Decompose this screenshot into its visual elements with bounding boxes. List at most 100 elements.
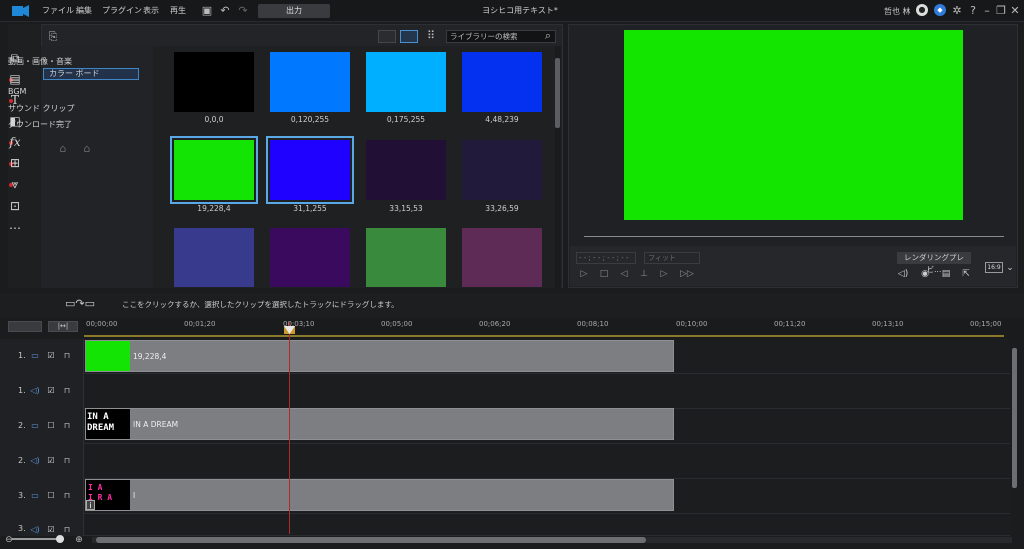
redo-icon[interactable]: ↷ bbox=[236, 4, 250, 18]
tree-item-bgm[interactable]: BGM bbox=[8, 87, 26, 96]
track-enable-checkbox[interactable]: ☐ bbox=[46, 421, 56, 430]
user-name[interactable]: 哲也 林 bbox=[884, 6, 911, 17]
swatch-0[interactable] bbox=[174, 52, 254, 112]
tag-add-icon[interactable]: ⌂ bbox=[56, 142, 70, 156]
list-view-button[interactable] bbox=[378, 30, 396, 43]
effects-room-icon[interactable]: ▤ bbox=[7, 71, 23, 87]
swatch-9[interactable] bbox=[270, 228, 350, 287]
audio-track-icon[interactable]: ◁) bbox=[30, 525, 40, 534]
playhead-handle-icon[interactable] bbox=[284, 326, 295, 334]
swatch-label-3: 4,48,239 bbox=[485, 115, 519, 124]
save-icon[interactable]: ▣ bbox=[200, 4, 214, 18]
tree-item-downloaded[interactable]: ダウンロード完了 bbox=[8, 119, 72, 130]
next-frame-icon[interactable]: ▷ bbox=[658, 268, 670, 280]
notification-icon[interactable]: ◆ bbox=[934, 4, 946, 16]
search-icon[interactable]: ⌕ bbox=[541, 29, 555, 43]
track-row bbox=[0, 374, 1010, 409]
video-track-icon[interactable]: ▭ bbox=[30, 351, 40, 360]
fit-timeline-button[interactable]: |↔| bbox=[48, 321, 78, 332]
video-track-icon[interactable]: ▭ bbox=[30, 421, 40, 430]
aspect-ratio-button[interactable]: 16:9 bbox=[985, 262, 1003, 273]
pip-room-icon[interactable]: ⊞ bbox=[7, 155, 23, 171]
mark-icon[interactable]: ⊥ bbox=[638, 268, 650, 280]
undo-icon[interactable]: ↶ bbox=[218, 4, 232, 18]
timeline-vertical-scroll-thumb[interactable] bbox=[1012, 348, 1017, 488]
subtitle-icon[interactable]: ▤ bbox=[940, 268, 952, 280]
stop-icon[interactable]: □ bbox=[598, 268, 610, 280]
menu-edit[interactable]: 編集 bbox=[76, 5, 92, 16]
swatch-7[interactable] bbox=[462, 140, 542, 200]
library-scroll-thumb[interactable] bbox=[555, 58, 560, 128]
menu-file[interactable]: ファイル bbox=[42, 5, 74, 16]
swatch-6[interactable] bbox=[366, 140, 446, 200]
settings-icon[interactable]: ✲ bbox=[950, 4, 964, 18]
fx-room-icon[interactable]: fx bbox=[7, 134, 23, 150]
playhead[interactable] bbox=[289, 322, 290, 534]
render-preview-button[interactable]: レンダリングプレビ... bbox=[897, 252, 971, 274]
timeline-horizontal-scroll-thumb[interactable] bbox=[96, 537, 646, 543]
import-icon[interactable]: ⎘ bbox=[46, 30, 60, 44]
lock-icon[interactable]: ⊓ bbox=[62, 351, 72, 360]
minimize-icon[interactable]: – bbox=[980, 4, 994, 18]
tree-item-color-board[interactable]: カラー ボード bbox=[43, 68, 139, 80]
track-enable-checkbox[interactable]: ☑ bbox=[46, 351, 56, 360]
swatch-5[interactable] bbox=[266, 136, 354, 204]
track-manager-button[interactable] bbox=[8, 321, 42, 332]
insert-tools-icon[interactable]: ▭↷▭ bbox=[58, 297, 102, 311]
app-window: ファイル 編集 プラグイン 表示 再生 ▣ ↶ ↷ 出力 ヨシヒコ用テキスト* … bbox=[0, 0, 1024, 549]
swatch-4[interactable] bbox=[170, 136, 258, 204]
export-button[interactable]: 出力 bbox=[258, 4, 330, 18]
lock-icon[interactable]: ⊓ bbox=[62, 456, 72, 465]
library-search-input[interactable]: ライブラリーの検索 bbox=[446, 30, 556, 43]
track-enable-checkbox[interactable]: ☑ bbox=[46, 456, 56, 465]
undock-icon[interactable]: ⇱ bbox=[960, 268, 972, 280]
audio-track-icon[interactable]: ◁) bbox=[30, 386, 40, 395]
large-grid-icon[interactable]: ⠿ bbox=[424, 29, 438, 43]
help-icon[interactable]: ? bbox=[966, 4, 980, 18]
clip-color-board[interactable] bbox=[85, 340, 674, 372]
snapshot-icon[interactable]: ◉ bbox=[919, 268, 931, 280]
play-icon[interactable]: ▷ bbox=[578, 268, 590, 280]
menu-plugins[interactable]: プラグイン bbox=[102, 5, 142, 16]
lock-icon[interactable]: ⊓ bbox=[62, 525, 72, 534]
close-icon[interactable]: ✕ bbox=[1008, 4, 1022, 18]
swatch-8[interactable] bbox=[174, 228, 254, 287]
particle-room-icon[interactable]: ⩔ bbox=[7, 176, 23, 192]
swatch-1[interactable] bbox=[270, 52, 350, 112]
tree-item-sound-clip[interactable]: サウンド クリップ bbox=[8, 103, 75, 114]
volume-icon[interactable]: ◁) bbox=[897, 268, 909, 280]
timecode-field[interactable]: - - ; - - ; - - ; - - bbox=[576, 252, 636, 264]
more-rooms-icon[interactable]: ⋯ bbox=[7, 220, 23, 236]
swatch-10[interactable] bbox=[366, 228, 446, 287]
restore-icon[interactable]: ❐ bbox=[994, 4, 1008, 18]
prev-frame-icon[interactable]: ◁ bbox=[618, 268, 630, 280]
menu-playback[interactable]: 再生 bbox=[170, 5, 186, 16]
swatch-label-2: 0,175,255 bbox=[386, 115, 426, 124]
tag-remove-icon[interactable]: ⌂ bbox=[80, 142, 94, 156]
fit-select[interactable]: フィット bbox=[644, 252, 700, 264]
lock-icon[interactable]: ⊓ bbox=[62, 421, 72, 430]
subtitle-room-icon[interactable]: ⊡ bbox=[7, 198, 23, 214]
zoom-out-icon[interactable]: ⊖ bbox=[2, 533, 16, 547]
fast-forward-icon[interactable]: ▷▷ bbox=[680, 268, 694, 280]
swatch-2[interactable] bbox=[366, 52, 446, 112]
zoom-in-icon[interactable]: ⊕ bbox=[72, 533, 86, 547]
tree-item-media[interactable]: 動画・画像・音楽 bbox=[8, 56, 72, 67]
track-enable-checkbox[interactable]: ☑ bbox=[46, 525, 56, 534]
lock-icon[interactable]: ⊓ bbox=[62, 386, 72, 395]
swatch-3[interactable] bbox=[462, 52, 542, 112]
video-track-icon[interactable]: ▭ bbox=[30, 491, 40, 500]
swatch-11[interactable] bbox=[462, 228, 542, 287]
thumb-text: IN A bbox=[87, 412, 109, 422]
preview-seekbar[interactable] bbox=[584, 236, 1004, 237]
audio-track-icon[interactable]: ◁) bbox=[30, 456, 40, 465]
grid-view-button[interactable] bbox=[400, 30, 418, 43]
track-enable-checkbox[interactable]: ☑ bbox=[46, 386, 56, 395]
lock-icon[interactable]: ⊓ bbox=[62, 491, 72, 500]
clip-title[interactable] bbox=[85, 479, 674, 511]
account-icon[interactable]: ● bbox=[916, 4, 928, 16]
track-enable-checkbox[interactable]: ☐ bbox=[46, 491, 56, 500]
chevron-down-icon[interactable]: ⌄ bbox=[1004, 262, 1016, 274]
zoom-slider-knob[interactable] bbox=[56, 535, 64, 543]
menu-view[interactable]: 表示 bbox=[143, 5, 159, 16]
